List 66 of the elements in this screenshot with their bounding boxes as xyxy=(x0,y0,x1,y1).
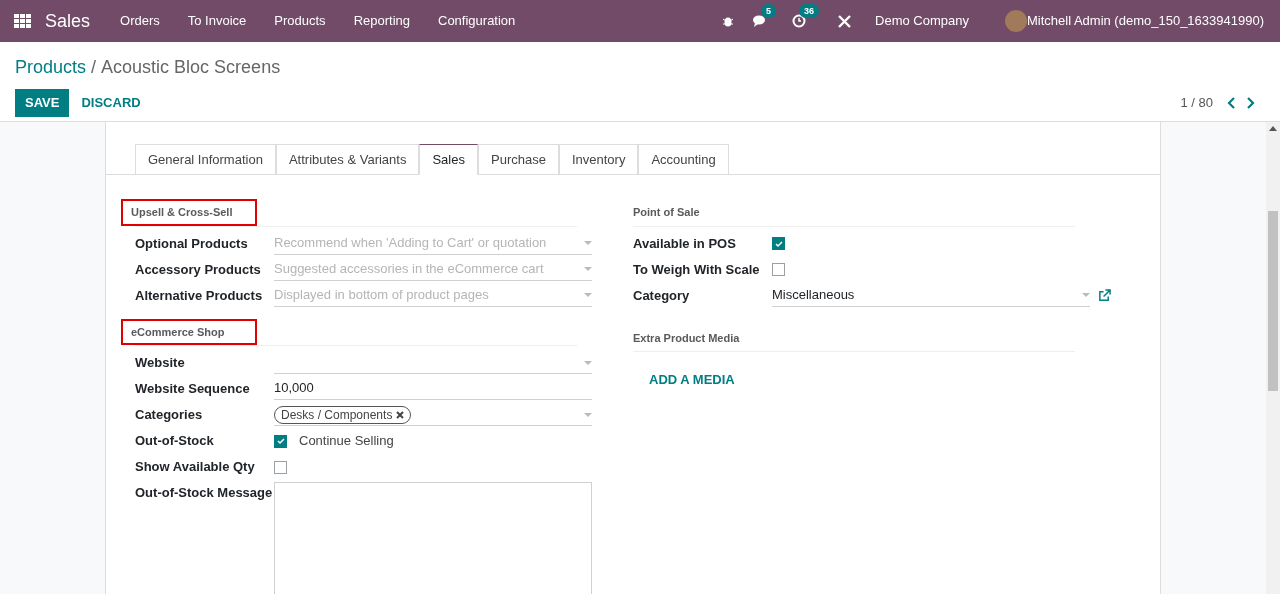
field-label: Website Sequence xyxy=(135,380,251,398)
field-label: Website xyxy=(135,354,186,372)
field-label: Show Available Qty xyxy=(135,458,256,476)
dropdown-caret-icon xyxy=(584,412,592,417)
section-title: Extra Product Media xyxy=(633,330,740,346)
add-media-button[interactable]: ADD A MEDIA xyxy=(649,370,735,390)
user-name[interactable]: Mitchell Admin (demo_150_1633941990) xyxy=(1026,11,1264,31)
form-tab[interactable]: General Information xyxy=(135,144,276,175)
breadcrumb-current: Acoustic Bloc Screens xyxy=(101,57,281,77)
activity-count-badge: 36 xyxy=(799,4,820,18)
dropdown-caret-icon xyxy=(584,293,592,297)
section-title: Upsell & Cross-Sell xyxy=(121,199,257,226)
tags-field[interactable]: Desks / Components xyxy=(274,404,592,426)
form-tab[interactable]: Sales xyxy=(419,144,478,175)
form-tab[interactable]: Purchase xyxy=(478,144,559,175)
company-name[interactable]: Demo Company xyxy=(875,11,969,31)
dropdown-caret-icon xyxy=(584,241,592,245)
select-field[interactable]: Miscellaneous xyxy=(772,284,1090,307)
message-count-badge: 5 xyxy=(761,4,777,18)
chat-icon[interactable] xyxy=(752,14,768,28)
app-title[interactable]: Sales xyxy=(45,7,91,35)
breadcrumb-link[interactable]: Products xyxy=(15,57,87,77)
pager-counter: 1 / 80 xyxy=(1180,94,1213,113)
menu-item[interactable]: Products xyxy=(260,11,340,31)
checkbox-label: Continue Selling xyxy=(299,432,394,451)
checkmark-icon xyxy=(774,239,783,248)
section-title: Point of Sale xyxy=(633,205,700,220)
dropdown-caret-icon xyxy=(1082,293,1090,297)
field-label: Available in POS xyxy=(633,234,737,253)
apps-grid-icon[interactable] xyxy=(14,14,31,28)
form-tab[interactable]: Inventory xyxy=(558,144,639,175)
dropdown-caret-icon xyxy=(584,267,592,271)
field-label: Out-of-Stock xyxy=(135,432,215,450)
discard-button[interactable]: DISCARD xyxy=(69,89,153,117)
scroll-up-icon[interactable] xyxy=(1269,126,1277,131)
field-label: Accessory Products xyxy=(135,260,262,279)
field-label: Out-of-Stock Message xyxy=(135,484,274,502)
textarea-field[interactable] xyxy=(274,482,592,594)
form-tab[interactable]: Accounting xyxy=(638,144,729,175)
checkmark-icon xyxy=(276,437,285,445)
menu-item[interactable]: Orders xyxy=(106,11,174,31)
remove-icon[interactable] xyxy=(396,410,405,419)
field-label: To Weigh With Scale xyxy=(633,260,761,279)
save-button[interactable]: SAVE xyxy=(15,89,70,117)
section-title: eCommerce Shop xyxy=(121,318,257,345)
checkbox[interactable] xyxy=(772,237,785,250)
input-field[interactable]: 10,000 xyxy=(274,378,592,400)
dropdown-caret-icon xyxy=(584,360,592,365)
field-label: Alternative Products xyxy=(135,286,264,305)
bug-icon[interactable] xyxy=(722,15,734,27)
previous-icon[interactable] xyxy=(1227,97,1237,109)
menu-item[interactable]: Configuration xyxy=(424,11,530,31)
checkbox[interactable] xyxy=(274,460,287,474)
menu-item[interactable]: Reporting xyxy=(339,11,424,31)
checkbox[interactable] xyxy=(274,434,287,448)
menu-item[interactable]: To Invoice xyxy=(173,11,261,31)
scrollbar-thumb[interactable] xyxy=(1268,211,1278,391)
field-label: Categories xyxy=(135,406,204,424)
next-icon[interactable] xyxy=(1245,97,1255,109)
form-tab[interactable]: Attributes & Variants xyxy=(275,144,420,175)
external-link-icon[interactable] xyxy=(1098,289,1111,302)
clock-icon[interactable] xyxy=(792,14,806,28)
field-label: Category xyxy=(633,286,691,305)
checkbox[interactable] xyxy=(772,263,785,276)
breadcrumb-separator: / xyxy=(91,57,97,77)
field-label: Optional Products xyxy=(135,234,249,253)
